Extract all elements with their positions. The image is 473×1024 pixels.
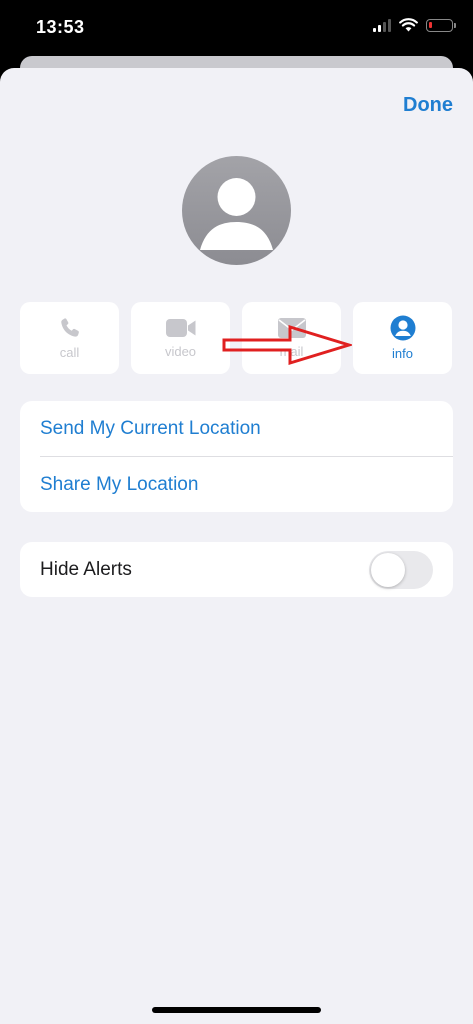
- red-arrow-icon: [222, 324, 352, 366]
- home-indicator[interactable]: [152, 1007, 321, 1013]
- call-label: call: [59, 345, 80, 360]
- info-label: info: [392, 346, 413, 361]
- location-card: Send My Current Location Share My Locati…: [20, 401, 453, 512]
- contact-avatar: [182, 156, 291, 265]
- call-button[interactable]: call: [20, 302, 119, 374]
- send-current-location-button[interactable]: Send My Current Location: [20, 401, 453, 456]
- hide-alerts-toggle[interactable]: [369, 550, 433, 589]
- video-camera-icon: [165, 319, 195, 337]
- share-my-location-button[interactable]: Share My Location: [20, 457, 453, 512]
- done-button[interactable]: Done: [403, 94, 453, 117]
- hide-alerts-row: Hide Alerts: [20, 542, 453, 597]
- hide-alerts-label: Hide Alerts: [40, 558, 132, 580]
- hide-alerts-card: Hide Alerts: [20, 542, 453, 597]
- info-button[interactable]: info: [353, 302, 452, 374]
- status-time: 13:53: [36, 17, 85, 37]
- status-icons: [373, 18, 456, 32]
- toggle-knob: [371, 552, 405, 587]
- status-bar: 13:53: [0, 0, 473, 56]
- signal-icon: [373, 18, 391, 32]
- person-circle-icon: [390, 315, 415, 341]
- wifi-icon: [399, 18, 418, 32]
- contact-details-sheet: Done call video mail info Send My Curren…: [0, 68, 473, 1024]
- phone-icon: [60, 318, 79, 337]
- video-label: video: [164, 344, 197, 359]
- person-silhouette-icon: [200, 178, 273, 250]
- video-button[interactable]: video: [131, 302, 230, 374]
- battery-icon: [426, 18, 456, 32]
